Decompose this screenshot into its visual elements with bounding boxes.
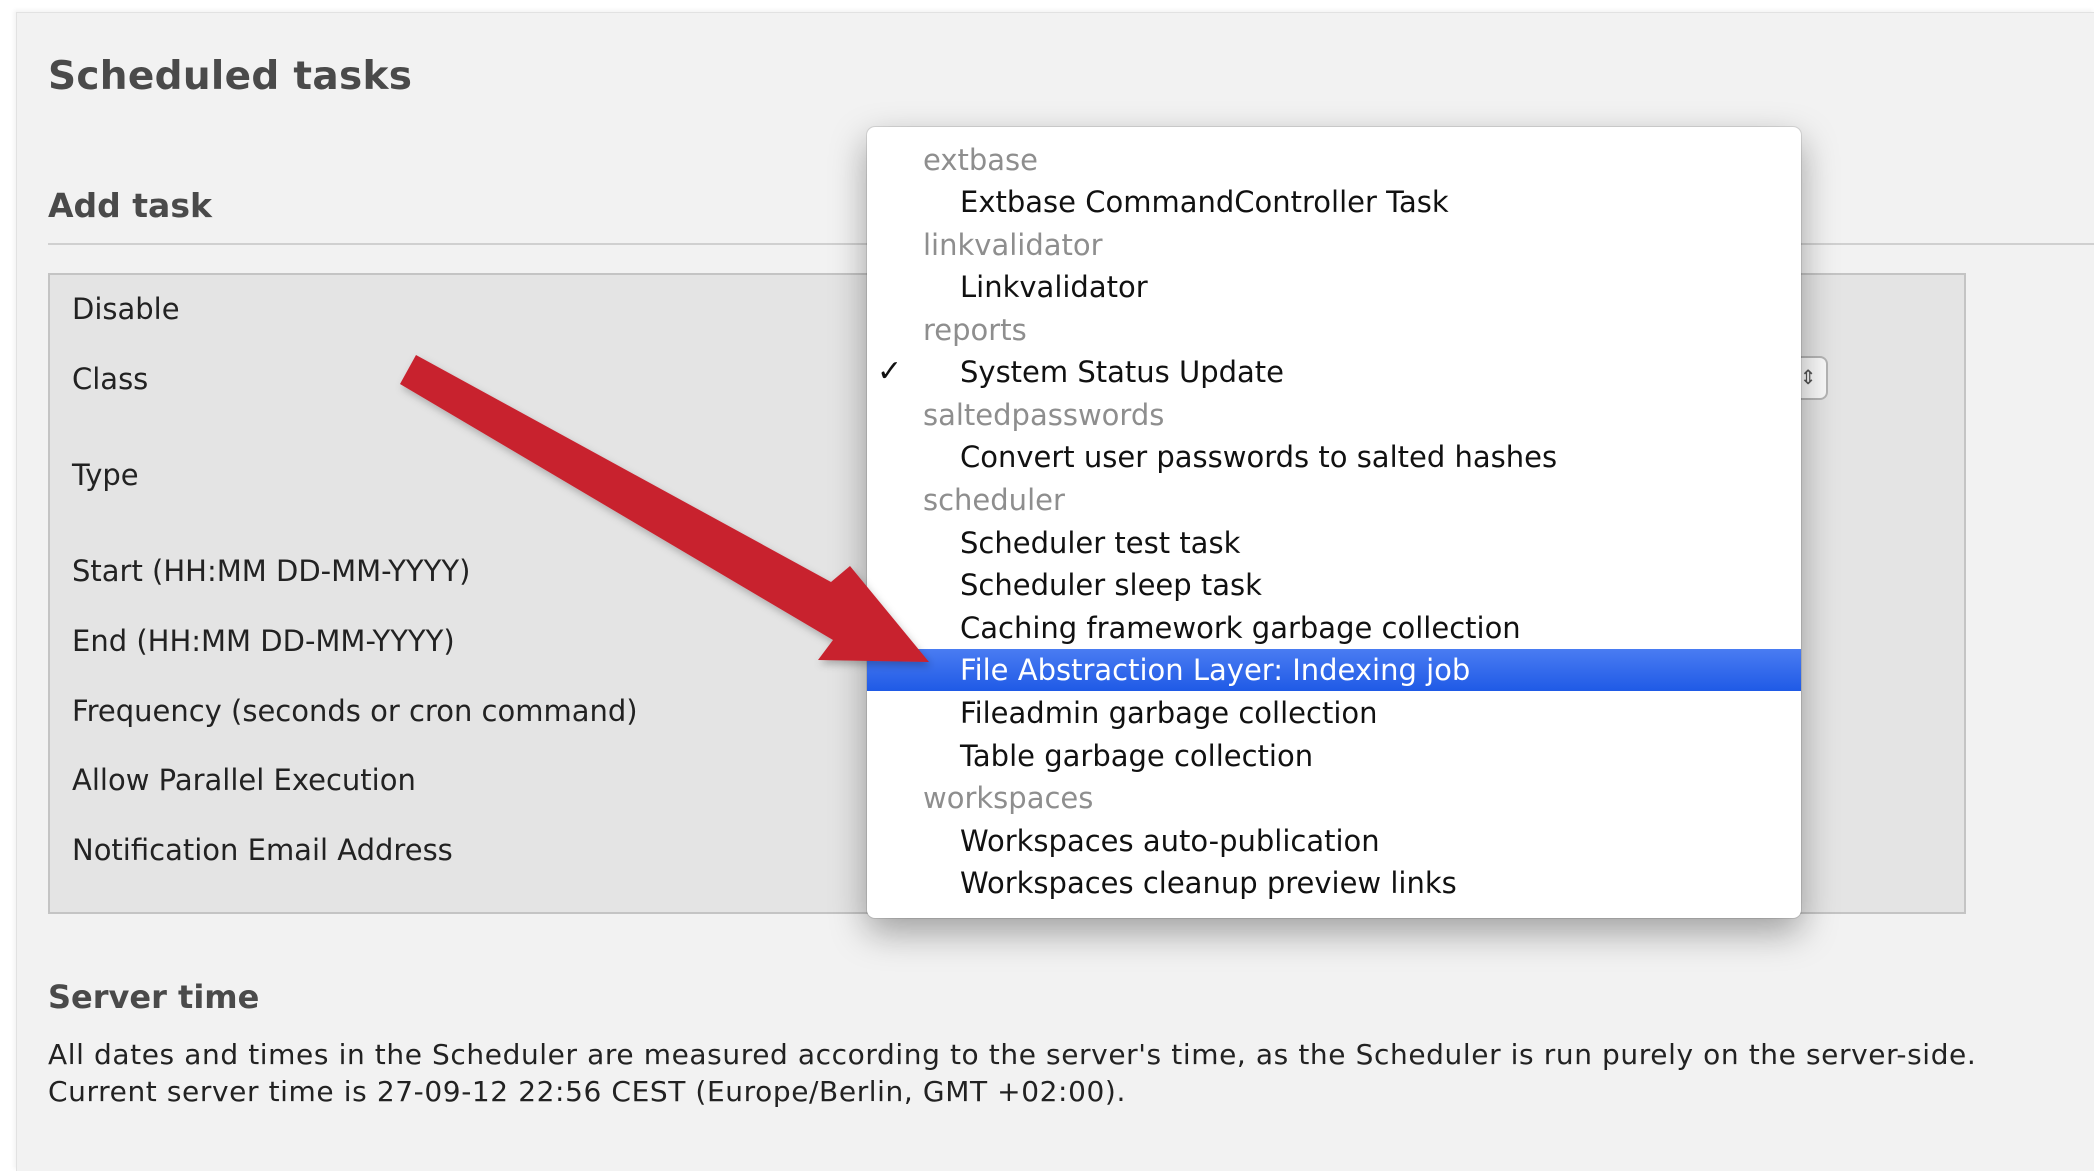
updown-arrows-icon: ⇕	[1799, 365, 1817, 389]
server-time-title: Server time	[48, 978, 260, 1016]
menu-option[interactable]: Workspaces cleanup preview links	[867, 862, 1801, 904]
label-notification-email: Notification Email Address	[72, 833, 453, 867]
server-time-text-line-2: Current server time is 27-09-12 22:56 CE…	[48, 1075, 1126, 1108]
class-dropdown-menu: extbase Extbase CommandController Task l…	[867, 127, 1801, 918]
menu-group-scheduler: scheduler	[923, 483, 1065, 517]
label-class: Class	[72, 362, 149, 396]
label-allow-parallel: Allow Parallel Execution	[72, 763, 416, 797]
label-type: Type	[72, 458, 139, 492]
section-title-add-task: Add task	[48, 186, 212, 225]
menu-option[interactable]: Convert user passwords to salted hashes	[867, 436, 1801, 478]
menu-group-workspaces: workspaces	[923, 781, 1094, 815]
label-disable: Disable	[72, 292, 180, 326]
label-start: Start (HH:MM DD-MM-YYYY)	[72, 554, 471, 588]
menu-option[interactable]: Scheduler test task	[867, 522, 1801, 564]
menu-option[interactable]: Caching framework garbage collection	[867, 607, 1801, 649]
server-time-text-line-1: All dates and times in the Scheduler are…	[48, 1038, 1977, 1071]
menu-option[interactable]: Fileadmin garbage collection	[867, 692, 1801, 734]
menu-option[interactable]: Table garbage collection	[867, 735, 1801, 777]
menu-group-extbase: extbase	[923, 143, 1038, 177]
label-end: End (HH:MM DD-MM-YYYY)	[72, 624, 455, 658]
page-title: Scheduled tasks	[48, 54, 413, 99]
menu-group-reports: reports	[923, 313, 1027, 347]
menu-option[interactable]: Workspaces auto-publication	[867, 820, 1801, 862]
menu-group-linkvalidator: linkvalidator	[923, 228, 1103, 262]
menu-option[interactable]: Scheduler sleep task	[867, 564, 1801, 606]
menu-option[interactable]: Linkvalidator	[867, 266, 1801, 308]
checkmark-icon: ✓	[877, 354, 903, 389]
label-frequency: Frequency (seconds or cron command)	[72, 694, 638, 728]
menu-option-highlighted[interactable]: File Abstraction Layer: Indexing job	[867, 649, 1801, 691]
menu-group-saltedpasswords: saltedpasswords	[923, 398, 1165, 432]
menu-option-checked[interactable]: ✓ System Status Update	[867, 351, 1801, 393]
menu-option[interactable]: Extbase CommandController Task	[867, 181, 1801, 223]
